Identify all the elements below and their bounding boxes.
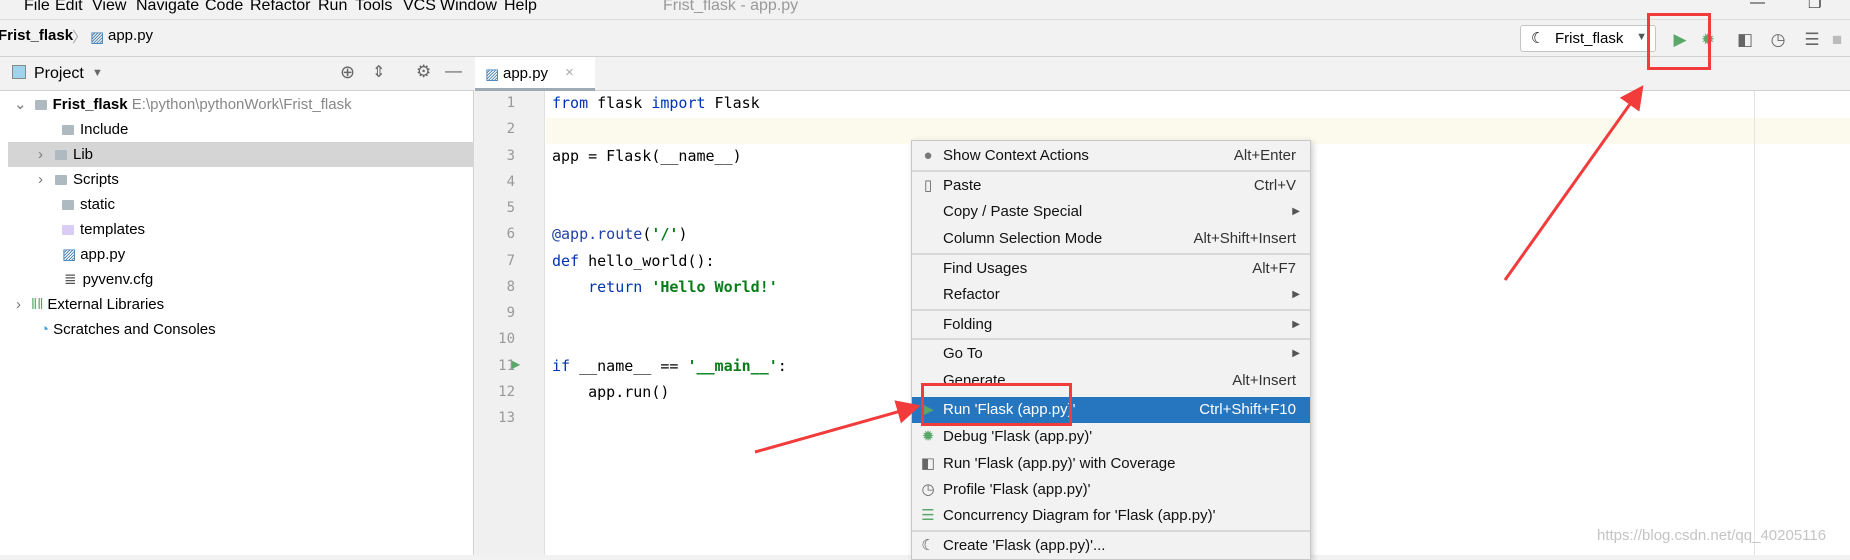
arrow-to-menu-run [754, 400, 921, 454]
arrow-to-toolbar-run [1503, 85, 1644, 281]
annotation-arrows [754, 85, 1644, 454]
